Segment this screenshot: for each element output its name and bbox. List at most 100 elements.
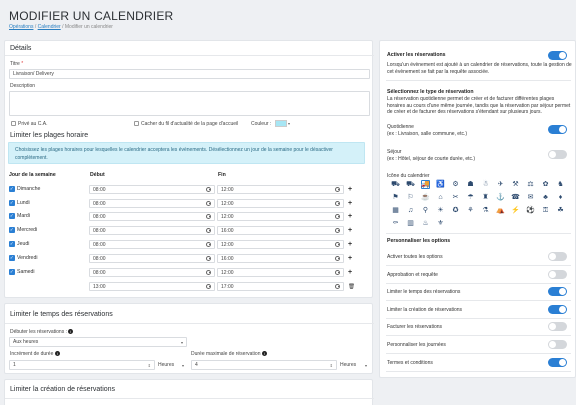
breadcrumb-operations[interactable]: Opérations: [9, 24, 33, 30]
start-time-input[interactable]: 08:00: [89, 268, 215, 277]
day-checkbox[interactable]: ✓: [9, 227, 15, 233]
option-toggle[interactable]: [548, 322, 567, 332]
option-toggle[interactable]: [548, 269, 567, 279]
person-icon[interactable]: ⚙: [451, 180, 460, 189]
ball-icon[interactable]: ⚽: [526, 206, 535, 215]
stay-toggle[interactable]: [548, 150, 567, 159]
horse-icon[interactable]: ♞: [556, 180, 565, 189]
box-icon[interactable]: ⚑: [391, 193, 400, 202]
phone-icon[interactable]: ✉: [526, 193, 535, 202]
private-checkbox[interactable]: [11, 121, 16, 126]
max-duration-input[interactable]: 4 ⇕: [191, 360, 337, 370]
parcel-icon[interactable]: ⚐: [406, 193, 415, 202]
add-slot-icon[interactable]: +: [348, 241, 352, 248]
day-label: Mardi: [17, 213, 30, 219]
van-icon[interactable]: ⛟: [406, 180, 415, 189]
door-icon[interactable]: ☕: [421, 193, 430, 202]
end-time-input[interactable]: 12:00: [217, 240, 344, 249]
start-select[interactable]: Aux heures ▾: [9, 337, 187, 347]
day-checkbox[interactable]: ✓: [9, 200, 15, 206]
start-time-input[interactable]: 08:00: [89, 212, 215, 221]
end-time-input[interactable]: 16:00: [217, 254, 344, 263]
clock-icon: [206, 270, 211, 275]
title-input[interactable]: Livraison/ Delivery: [9, 69, 370, 79]
day-checkbox[interactable]: ✓: [9, 241, 15, 247]
bolt-icon[interactable]: ⚡: [511, 206, 520, 215]
pin-icon[interactable]: ♦: [556, 193, 565, 202]
end-time-input[interactable]: 12:00: [217, 212, 344, 221]
start-time-input[interactable]: 08:00: [89, 254, 215, 263]
swim-icon[interactable]: ✈: [496, 180, 505, 189]
shield-icon[interactable]: ☎: [511, 193, 520, 202]
day-checkbox[interactable]: ✓: [9, 186, 15, 192]
building-icon[interactable]: ♜: [481, 193, 490, 202]
end-time-input[interactable]: 12:00: [217, 268, 344, 277]
wheelchair-icon[interactable]: ♿: [436, 180, 445, 189]
person2-icon[interactable]: ☗: [466, 180, 475, 189]
bed-icon[interactable]: ☂: [466, 193, 475, 202]
option-toggle[interactable]: [548, 340, 567, 349]
gym-icon[interactable]: ⚒: [511, 180, 520, 189]
option-toggle[interactable]: [548, 304, 567, 314]
hotspring-icon[interactable]: ♨: [421, 219, 430, 228]
clock-icon: [335, 187, 340, 192]
locker-icon[interactable]: ⌂: [436, 193, 445, 202]
start-time-input[interactable]: 08:00: [89, 185, 215, 194]
max-duration-unit-select[interactable]: Heures ▾: [337, 360, 370, 370]
delete-slot-icon[interactable]: 🗑: [348, 284, 355, 290]
star-icon[interactable]: ✪: [451, 206, 460, 215]
day-checkbox[interactable]: ✓: [9, 255, 15, 261]
person3-icon[interactable]: ☃: [481, 180, 490, 189]
start-time-input[interactable]: 08:00: [89, 199, 215, 208]
sun-icon[interactable]: ☀: [436, 206, 445, 215]
leaf-icon[interactable]: ☘: [556, 206, 565, 215]
start-time-input[interactable]: 08:00: [89, 226, 215, 235]
tools-icon[interactable]: ✂: [451, 193, 460, 202]
dumbbell-icon[interactable]: ⚖: [526, 180, 535, 189]
end-time-input[interactable]: 12:00: [217, 185, 344, 194]
hide-feed-checkbox[interactable]: [134, 121, 139, 126]
flower-icon[interactable]: ⚘: [466, 206, 475, 215]
breadcrumb-calendar[interactable]: Calendrier: [38, 24, 61, 30]
color-swatch[interactable]: [275, 120, 287, 127]
add-slot-icon[interactable]: +: [348, 255, 352, 262]
add-slot-icon[interactable]: +: [348, 213, 352, 220]
color-chevron-icon[interactable]: ▾: [288, 121, 290, 126]
end-time-input[interactable]: 16:00: [217, 226, 344, 235]
stay-example: (ex : Hôtel, séjour de courte durée, etc…: [387, 156, 476, 162]
ticket-icon[interactable]: ⚓: [496, 193, 505, 202]
col-start-header: Début: [90, 172, 105, 178]
truck-icon[interactable]: ⛟: [391, 180, 400, 189]
urn-icon[interactable]: ⚰: [391, 219, 400, 228]
start-time-input[interactable]: 13:00: [89, 282, 215, 291]
increment-input[interactable]: 1 ⇕: [9, 360, 155, 370]
option-toggle[interactable]: [548, 357, 567, 367]
option-toggle[interactable]: [548, 252, 567, 261]
store-icon[interactable]: ♣: [541, 193, 550, 202]
key-icon[interactable]: ⚿: [541, 206, 550, 215]
increment-unit-select[interactable]: Heures ▾: [155, 360, 187, 370]
details-heading: Détails: [10, 45, 32, 52]
add-slot-icon[interactable]: +: [348, 186, 352, 193]
add-slot-icon[interactable]: +: [348, 269, 352, 276]
search-icon[interactable]: ⚲: [421, 206, 430, 215]
tent-icon[interactable]: ⛺: [496, 206, 505, 215]
end-time-input[interactable]: 17:00: [217, 282, 344, 291]
grid-icon[interactable]: ▦: [391, 206, 400, 215]
fleur-icon[interactable]: ⚜: [436, 219, 445, 228]
option-toggle[interactable]: [548, 287, 567, 297]
start-time-input[interactable]: 08:00: [89, 240, 215, 249]
end-time-input[interactable]: 12:00: [217, 199, 344, 208]
add-slot-icon[interactable]: +: [348, 227, 352, 234]
music-icon[interactable]: ♫: [406, 206, 415, 215]
add-slot-icon[interactable]: +: [348, 200, 352, 207]
day-checkbox[interactable]: ✓: [9, 213, 15, 219]
lab-icon[interactable]: ⚗: [481, 206, 490, 215]
day-checkbox[interactable]: ✓: [9, 269, 15, 275]
daily-toggle[interactable]: [548, 125, 567, 134]
activate-toggle[interactable]: [548, 51, 567, 60]
building2-icon[interactable]: ▥: [406, 219, 415, 228]
bike-icon[interactable]: ✿: [541, 180, 550, 189]
delivery-icon[interactable]: 🚚: [421, 180, 430, 189]
description-textarea[interactable]: [9, 91, 370, 116]
